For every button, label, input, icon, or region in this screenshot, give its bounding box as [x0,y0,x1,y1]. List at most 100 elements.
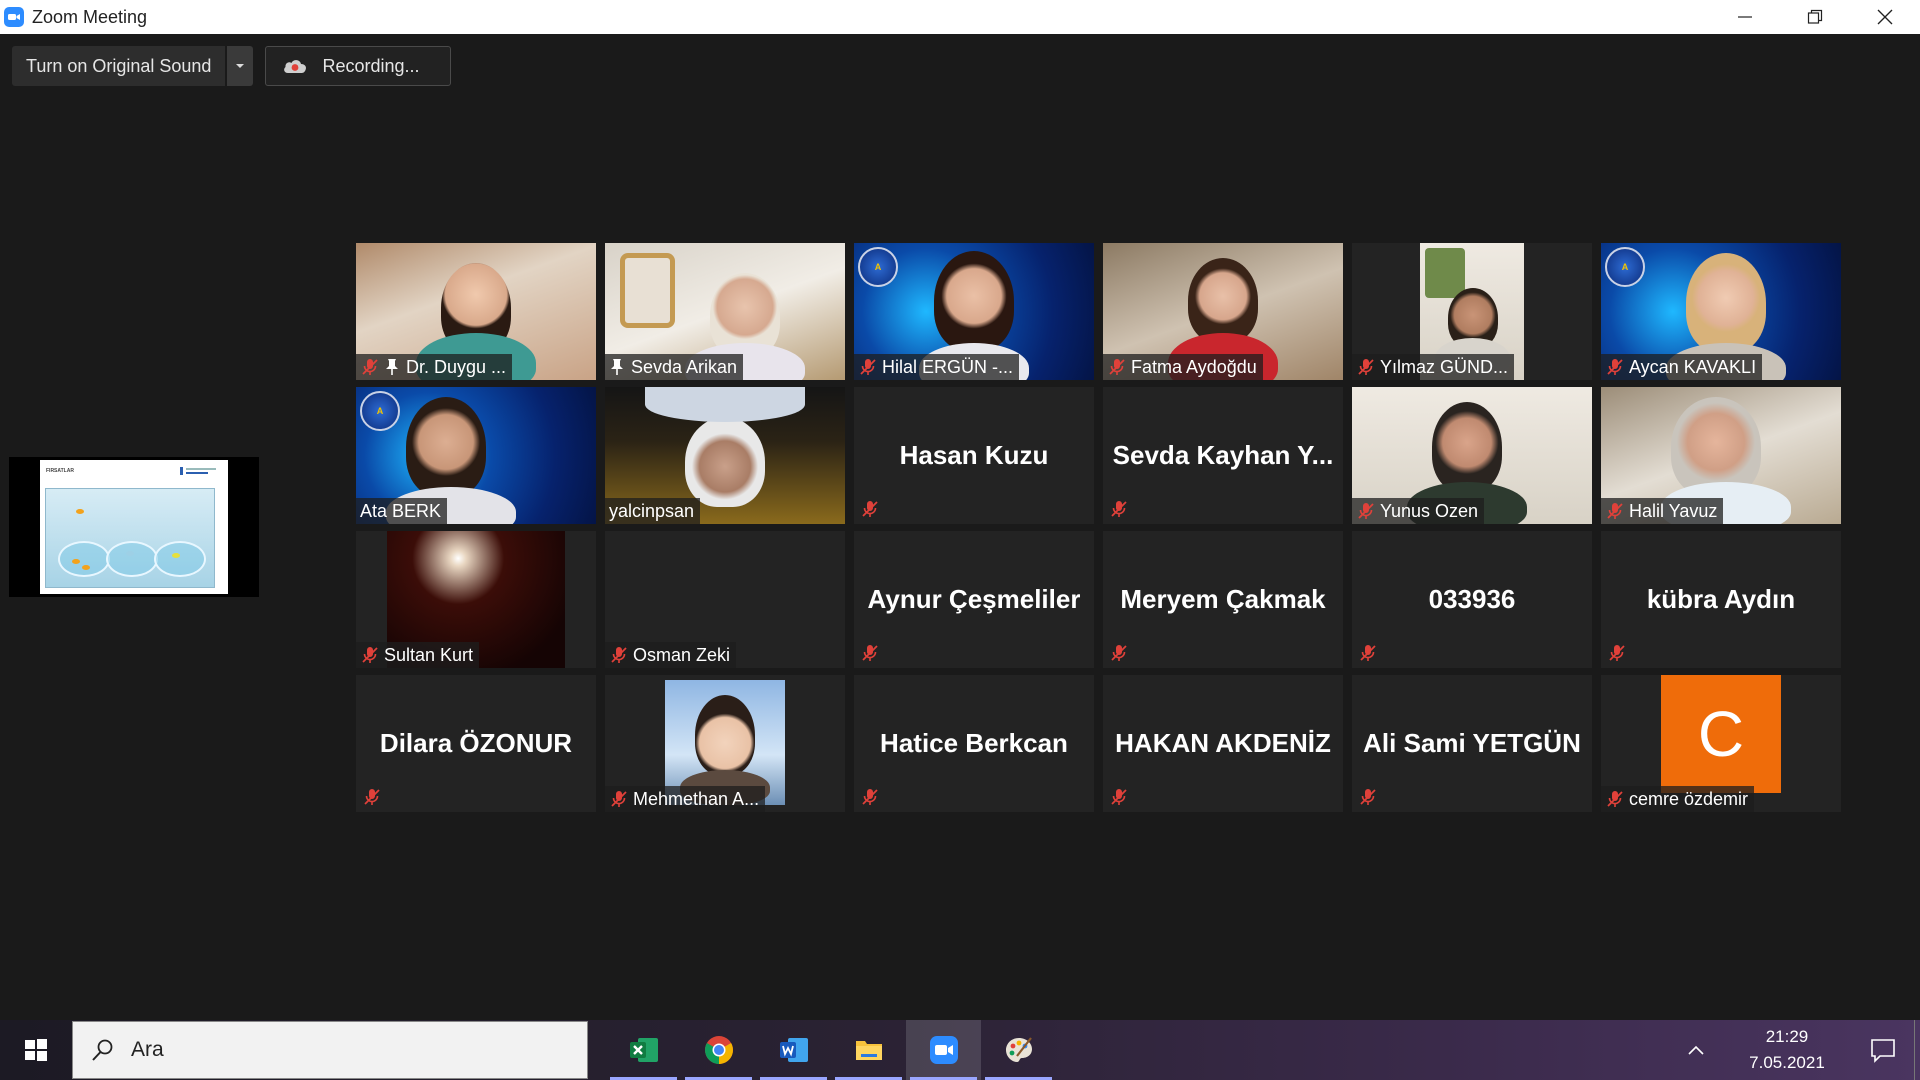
mic-muted-icon [862,645,878,661]
participant-name: Meryem Çakmak [1120,584,1326,614]
participant-tile[interactable]: Halil Yavuz [1601,387,1841,524]
chevron-down-icon [236,64,245,68]
participant-name: Hatice Berkcan [880,728,1068,758]
mic-muted-icon [1358,359,1374,375]
show-hidden-icons-button[interactable] [1676,1044,1716,1056]
participant-name: Sevda Arikan [631,356,738,377]
mic-muted-icon [362,359,378,375]
participant-tile[interactable]: Hatice Berkcan [854,675,1094,812]
close-button[interactable] [1850,0,1920,34]
taskbar-word[interactable] [756,1020,831,1080]
mic-muted-icon [1609,645,1625,661]
participant-tile[interactable]: Meryem Çakmak [1103,531,1343,668]
participant-name: Hasan Kuzu [899,440,1049,470]
participant-tile[interactable]: Yılmaz GÜND... [1352,243,1592,380]
mic-muted-icon [1109,359,1125,375]
participant-tile[interactable]: kübra Aydın [1601,531,1841,668]
participant-tile[interactable]: Sevda Kayhan Y... [1103,387,1343,524]
taskbar-paint[interactable] [981,1020,1056,1080]
participant-name: Aycan KAVAKLI [1629,356,1757,377]
original-sound-button[interactable]: Turn on Original Sound [12,46,226,86]
participant-name: 033936 [1428,584,1516,614]
participant-tile[interactable]: C cemre özdemir [1601,675,1841,812]
word-icon [779,1038,808,1062]
participant-tile[interactable]: A Hilal ERGÜN -... [854,243,1094,380]
letter-avatar: C [1661,675,1781,793]
action-center-button[interactable] [1852,1020,1914,1080]
participant-name: Osman Zeki [633,644,731,665]
slide-logo-icon [180,467,216,475]
participant-tile[interactable]: Dr. Duygu ... [356,243,596,380]
taskbar-clock[interactable]: 21:29 7.05.2021 [1722,1024,1852,1076]
participant-name: yalcinpsan [609,500,695,521]
mic-muted-icon [611,791,627,807]
participant-tile[interactable]: A Ata BERK [356,387,596,524]
participant-tile-active-speaker[interactable]: yalcinpsan [605,387,845,524]
chevron-up-icon [1688,1045,1704,1055]
mersin-logo-icon: A [360,391,400,431]
taskbar-file-explorer[interactable] [831,1020,906,1080]
taskbar-excel[interactable] [606,1020,681,1080]
participant-name: Dilara ÖZONUR [379,728,573,758]
participant-tile[interactable]: Aynur Çeşmeliler [854,531,1094,668]
mic-muted-icon [1607,503,1623,519]
participant-tile[interactable]: HAKAN AKDENİZ [1103,675,1343,812]
participant-tile[interactable]: Ali Sami YETGÜN [1352,675,1592,812]
notification-icon [1871,1039,1895,1063]
show-desktop-button[interactable] [1914,1020,1920,1080]
restore-button[interactable] [1780,0,1850,34]
shared-slide: FIRSATLAR [40,460,228,594]
mic-muted-icon [1111,501,1127,517]
minimize-button[interactable] [1710,0,1780,34]
mic-muted-icon [1111,645,1127,661]
search-input[interactable] [131,1038,551,1062]
restore-icon [1807,9,1823,24]
mic-muted-icon [1111,789,1127,805]
mersin-logo-icon: A [1605,247,1645,287]
participant-tile[interactable]: A Aycan KAVAKLI [1601,243,1841,380]
participant-name: Dr. Duygu ... [406,356,507,377]
recording-indicator[interactable]: Recording... [265,46,451,86]
participant-tile[interactable]: Hasan Kuzu [854,387,1094,524]
start-button[interactable] [0,1020,72,1080]
mic-muted-icon [362,647,378,663]
participant-name: Yunus Ozen [1380,500,1479,521]
mic-muted-icon [860,359,876,375]
participant-tile[interactable]: Mehmethan A... [605,675,845,812]
mic-muted-icon [1360,645,1376,661]
mic-muted-icon [1607,791,1623,807]
participant-name: Sevda Kayhan Y... [1112,440,1334,470]
mic-muted-icon [364,789,380,805]
original-sound-control: Turn on Original Sound [12,46,254,86]
taskbar-search[interactable] [72,1021,588,1079]
participant-name: HAKAN AKDENİZ [1115,728,1331,758]
taskbar-zoom[interactable] [906,1020,981,1080]
participant-tile[interactable]: Sultan Kurt [356,531,596,668]
taskbar-chrome[interactable] [681,1020,756,1080]
file-explorer-icon [855,1041,882,1060]
fishbowl-image [45,488,215,588]
original-sound-dropdown[interactable] [227,46,254,86]
mic-muted-icon [611,647,627,663]
windows-taskbar: 21:29 7.05.2021 [0,1020,1920,1080]
window-titlebar: Zoom Meeting [0,0,1920,34]
slide-title: FIRSATLAR [46,468,74,474]
clock-date: 7.05.2021 [1749,1053,1825,1072]
participant-tile[interactable]: Dilara ÖZONUR [356,675,596,812]
participant-name: Halil Yavuz [1629,500,1718,521]
participant-tile[interactable]: 033936 [1352,531,1592,668]
participant-name: Mehmethan A... [633,788,760,809]
mersin-logo-icon: A [858,247,898,287]
window-title: Zoom Meeting [32,6,148,27]
recording-label: Recording... [322,55,420,76]
participant-name: Fatma Aydoğdu [1131,356,1257,377]
mic-muted-icon [1358,503,1374,519]
participant-tile[interactable]: Osman Zeki [605,531,845,668]
shared-screen-thumbnail[interactable]: FIRSATLAR [9,457,259,597]
participant-name: Yılmaz GÜND... [1380,356,1509,377]
participant-tile[interactable]: Yunus Ozen [1352,387,1592,524]
participant-tile[interactable]: Fatma Aydoğdu [1103,243,1343,380]
participant-tile[interactable]: Sevda Arikan [605,243,845,380]
participant-name: Hilal ERGÜN -... [882,356,1014,377]
meeting-area: Turn on Original Sound Recording... FIRS… [0,34,1920,1020]
